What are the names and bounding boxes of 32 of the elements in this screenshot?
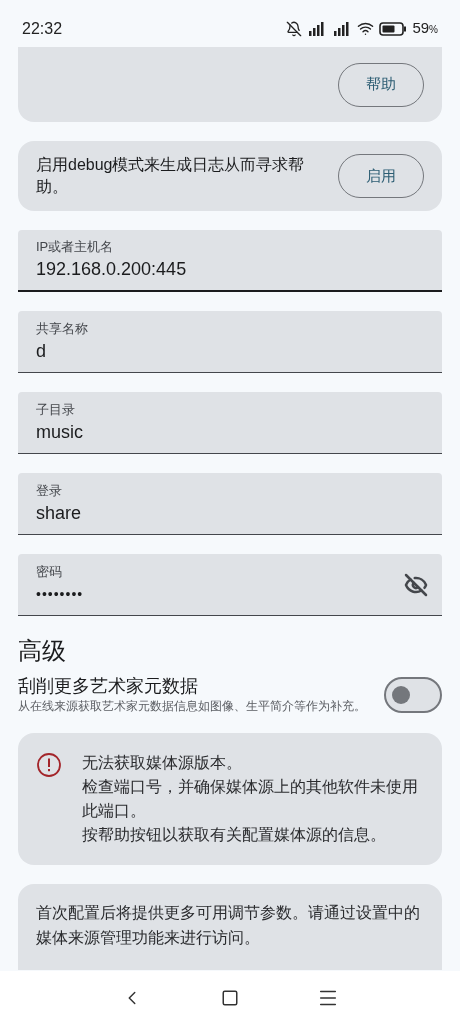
hidden-eye-icon[interactable] xyxy=(404,572,428,597)
text-field[interactable]: 共享名称 d xyxy=(18,311,442,373)
text-field[interactable]: IP或者主机名 192.168.0.200:445 xyxy=(18,230,442,292)
toggle-switch[interactable] xyxy=(384,676,442,713)
field-value: •••••••• xyxy=(36,584,85,604)
error-message: 按帮助按钮以获取有关配置媒体源的信息。 xyxy=(82,825,387,845)
muted-bell-icon xyxy=(286,20,303,37)
warning-icon xyxy=(36,752,62,778)
status-time: 22:32 xyxy=(22,18,63,39)
field-label: 子目录 xyxy=(36,400,76,419)
field-value: d xyxy=(36,339,47,363)
field-value: 192.168.0.200:445 xyxy=(36,258,188,281)
debug-description: 启用debug模式来生成日志从而寻求帮助。 xyxy=(36,155,306,197)
battery-icon xyxy=(379,21,408,36)
section-heading: 高级 xyxy=(18,636,67,666)
home-icon[interactable] xyxy=(221,988,239,1007)
password-field[interactable]: 密码 •••••••• xyxy=(18,554,442,616)
wifi-icon xyxy=(357,20,375,37)
error-message: 无法获取媒体源版本。 xyxy=(82,753,243,773)
setting-description: 从在线来源获取艺术家元数据信息如图像、生平简介等作为补充。 xyxy=(18,698,367,715)
field-label: 登录 xyxy=(36,481,63,500)
info-text: 首次配置后将提供更多可用调节参数。请通过设置中的媒体来源管理功能来进行访问。 xyxy=(36,904,420,946)
text-field[interactable]: 子目录 music xyxy=(18,392,442,454)
setting-title: 刮削更多艺术家元数据 xyxy=(18,675,199,698)
error-message: 检查端口号，并确保媒体源上的其他软件未使用此端口。 xyxy=(82,777,419,821)
field-value: music xyxy=(36,420,84,444)
field-label: 共享名称 xyxy=(36,319,89,338)
field-label: IP或者主机名 xyxy=(36,238,115,256)
field-label: 密码 xyxy=(36,562,63,581)
text-field[interactable]: 登录 share xyxy=(18,473,442,535)
field-value: share xyxy=(36,501,83,525)
battery-percent: 59% xyxy=(412,18,438,39)
